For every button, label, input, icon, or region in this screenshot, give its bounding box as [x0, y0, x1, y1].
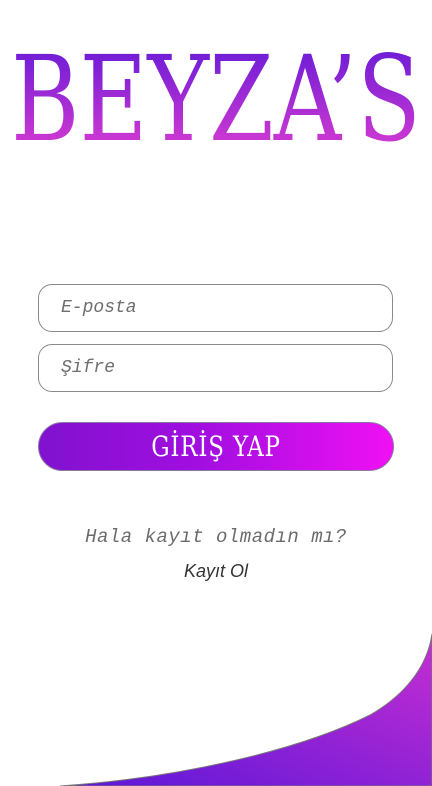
login-button-label: GİRİŞ YAP	[151, 430, 281, 463]
password-input[interactable]	[39, 345, 392, 391]
email-input[interactable]	[39, 285, 392, 331]
logo-text: BEYZA’S	[11, 34, 421, 154]
password-field[interactable]	[38, 344, 393, 392]
decorative-wave	[59, 633, 432, 786]
register-link[interactable]: Kayıt Ol	[0, 561, 432, 582]
login-button[interactable]: GİRİŞ YAP	[38, 422, 394, 471]
register-prompt: Hala kayıt olmadın mı?	[85, 526, 347, 548]
email-field[interactable]	[38, 284, 393, 332]
app-logo: BEYZA’S	[0, 34, 432, 154]
